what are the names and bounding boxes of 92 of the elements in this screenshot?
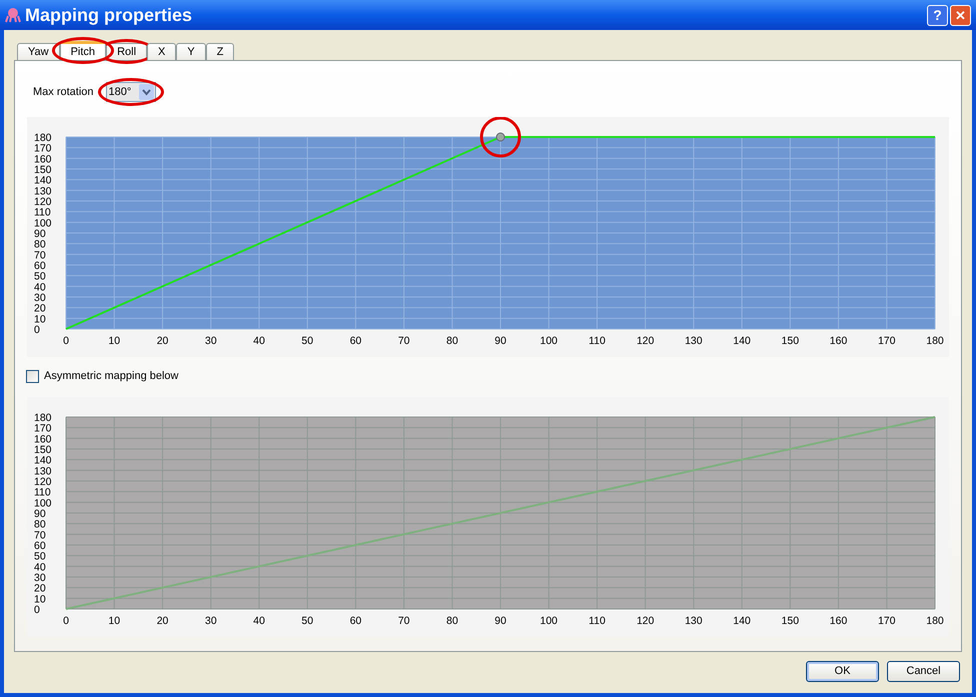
tick-label: 0 xyxy=(34,604,40,616)
octopus-icon xyxy=(5,7,21,23)
tick-label: 120 xyxy=(636,335,654,347)
tick-label: 120 xyxy=(34,476,52,488)
tick-label: 100 xyxy=(540,335,558,347)
tick-label: 130 xyxy=(684,615,702,627)
tick-label: 80 xyxy=(34,238,46,251)
tick-label: 110 xyxy=(34,206,51,219)
tick-label: 0 xyxy=(63,335,69,347)
tick-label: 40 xyxy=(34,561,46,574)
tick-label: 50 xyxy=(34,270,46,283)
tick-label: 180 xyxy=(926,615,944,627)
tick-label: 10 xyxy=(108,335,120,347)
tick-label: 90 xyxy=(494,335,506,347)
tick-label: 90 xyxy=(494,615,506,627)
tab[interactable]: Y xyxy=(176,43,206,60)
tick-label: 30 xyxy=(205,335,217,347)
tick-label: 70 xyxy=(34,249,46,262)
tick-label: 170 xyxy=(878,335,896,347)
tick-label: 70 xyxy=(398,335,410,347)
tick-label: 80 xyxy=(446,615,458,627)
tick-label: 10 xyxy=(34,313,46,326)
cancel-button[interactable]: Cancel xyxy=(887,661,960,682)
tick-label: 0 xyxy=(34,324,40,336)
tab[interactable]: Yaw xyxy=(17,43,60,60)
asymmetric-checkbox[interactable] xyxy=(26,370,39,382)
asymmetric-label: Asymmetric mapping below xyxy=(44,368,178,384)
tick-label: 90 xyxy=(34,508,46,520)
tick-label: 170 xyxy=(34,422,52,435)
tick-label: 180 xyxy=(926,335,944,347)
tick-label: 160 xyxy=(34,433,52,446)
tick-label: 120 xyxy=(34,196,52,208)
tick-label: 150 xyxy=(781,335,799,347)
tick-label: 10 xyxy=(34,593,46,606)
tick-label: 40 xyxy=(253,335,265,347)
tick-label: 140 xyxy=(733,615,751,627)
ok-button[interactable]: OK xyxy=(806,661,879,682)
close-button[interactable]: ✕ xyxy=(950,4,971,26)
tick-label: 150 xyxy=(781,615,799,627)
tab[interactable]: X xyxy=(147,43,176,60)
tick-label: 130 xyxy=(684,335,702,347)
tick-label: 40 xyxy=(34,281,46,294)
tick-label: 150 xyxy=(34,444,52,456)
tick-label: 130 xyxy=(34,465,52,478)
tick-label: 80 xyxy=(446,335,458,347)
tick-label: 140 xyxy=(733,335,751,347)
tick-label: 170 xyxy=(878,615,896,627)
tick-label: 100 xyxy=(34,497,52,510)
tick-label: 30 xyxy=(205,615,217,627)
tick-label: 50 xyxy=(34,550,46,563)
tick-label: 160 xyxy=(830,335,848,347)
tick-label: 100 xyxy=(540,615,558,627)
tick-label: 50 xyxy=(302,335,314,347)
max-rotation-label: Max rotation xyxy=(33,84,94,100)
tick-label: 30 xyxy=(34,572,46,584)
tick-label: 110 xyxy=(34,486,51,499)
tick-label: 80 xyxy=(34,518,46,531)
tick-label: 140 xyxy=(34,174,52,187)
tick-label: 20 xyxy=(34,302,46,315)
tab[interactable]: Pitch xyxy=(60,41,106,60)
tick-label: 130 xyxy=(34,185,52,198)
tick-label: 170 xyxy=(34,142,52,155)
help-button[interactable]: ? xyxy=(927,4,948,26)
tick-label: 160 xyxy=(34,153,52,166)
tick-label: 180 xyxy=(34,412,52,424)
tick-label: 60 xyxy=(34,260,46,272)
tick-label: 30 xyxy=(34,292,46,304)
tick-label: 110 xyxy=(588,615,606,627)
tick-label: 100 xyxy=(34,217,52,230)
control-point[interactable] xyxy=(496,132,505,142)
tick-label: 60 xyxy=(350,335,362,347)
max-rotation-dropdown[interactable]: 180° xyxy=(106,82,156,102)
tick-label: 160 xyxy=(830,615,848,627)
tick-label: 70 xyxy=(398,615,410,627)
tick-label: 140 xyxy=(34,454,52,467)
tick-label: 180 xyxy=(34,132,52,144)
tick-label: 20 xyxy=(34,582,46,595)
tick-label: 150 xyxy=(34,164,52,176)
tick-label: 110 xyxy=(588,335,606,347)
tick-label: 70 xyxy=(34,529,46,542)
tick-label: 10 xyxy=(108,615,120,627)
window-title: Mapping properties xyxy=(25,4,194,27)
tick-label: 0 xyxy=(63,615,69,627)
tick-label: 20 xyxy=(156,615,168,627)
tick-label: 40 xyxy=(253,615,265,627)
tick-label: 20 xyxy=(156,335,168,347)
tick-label: 90 xyxy=(34,228,46,240)
tick-label: 50 xyxy=(302,615,314,627)
tick-label: 60 xyxy=(350,615,362,627)
tick-label: 60 xyxy=(34,540,46,552)
tick-label: 120 xyxy=(636,615,654,627)
tab[interactable]: Z xyxy=(206,43,234,60)
